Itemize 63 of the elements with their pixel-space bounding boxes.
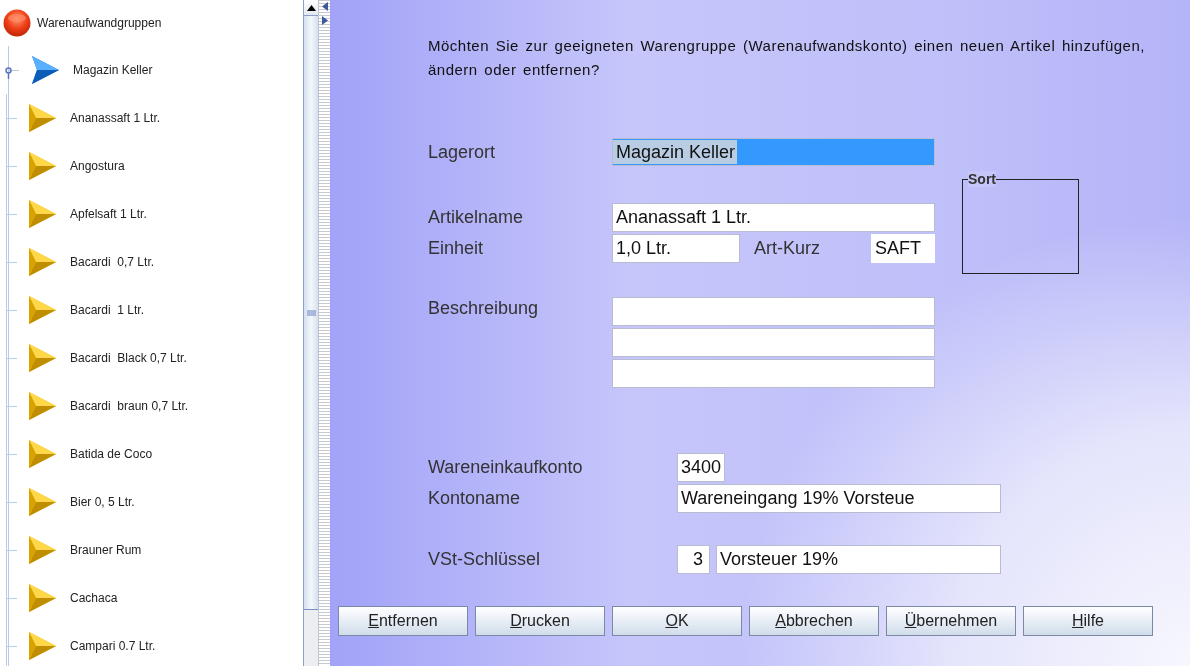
tree-item[interactable]: Bacardi 0,7 Ltr. [70,255,155,269]
field-label: Art-Kurz [754,238,821,259]
tree-item[interactable]: Brauner Rum [70,543,142,557]
tree-item[interactable]: Angostura [70,159,125,173]
tree-item[interactable]: Bacardi 1 Ltr. [70,303,145,317]
ball-icon [3,9,31,37]
tree-item[interactable]: Apfelsaft 1 Ltr. [70,207,147,221]
triangle-icon [28,152,56,180]
dialog-button[interactable]: Entfernen [338,606,468,636]
dialog-button[interactable]: Drucken [475,606,605,636]
input-field[interactable]: SAFT [871,234,935,263]
up-arrow-icon [306,4,316,11]
triangle-icon [28,392,56,420]
group-title: Sort [968,171,996,187]
tree-item[interactable]: Ananassaft 1 Ltr. [70,111,161,125]
triangle-icon [28,200,56,228]
tree-item[interactable]: Magazin Keller [73,63,153,77]
expand-right-icon[interactable] [321,16,328,25]
tree-item[interactable]: Batida de Coco [70,447,153,461]
input-field[interactable]: Vorsteuer 19% [716,545,1001,574]
input-field[interactable]: 3400 [677,453,725,482]
field-label: Kontoname [428,488,521,509]
dialog-button[interactable]: OK [612,606,742,636]
dialog-button[interactable]: Hilfe [1023,606,1153,636]
scroll-up-button[interactable] [304,0,318,16]
input-field[interactable]: Wareneingang 19% Vorsteue [677,484,1001,513]
expand-handle-icon[interactable] [5,66,12,79]
question-text: Möchten Sie zur geeigneten Warengruppe (Warenaufwandskonto) einen neuen Artikel hinzufügen, ändern oder entfernen? [428,36,1146,80]
triangle-icon [28,584,56,612]
triangle-icon [31,56,59,84]
triangle-icon [28,296,56,324]
triangle-icon [28,440,56,468]
input-field[interactable]: 3 [677,545,710,574]
collapse-left-icon[interactable] [321,2,328,11]
input-field[interactable]: Magazin Keller [612,138,935,166]
triangle-icon [28,536,56,564]
dialog-button[interactable]: Abbrechen [749,606,879,636]
input-field[interactable] [612,328,935,357]
input-field[interactable] [612,297,935,326]
field-label: Lagerort [428,141,497,163]
input-field[interactable]: Ananassaft 1 Ltr. [612,203,935,232]
dialog-button[interactable]: Übernehmen [886,606,1016,636]
triangle-icon [28,344,56,372]
triangle-icon [28,488,56,516]
field-label: Beschreibung [428,298,540,319]
scrollbar[interactable] [303,0,318,666]
field-label: VSt-Schlüssel [428,549,541,570]
triangle-icon [28,632,56,660]
input-field[interactable]: 1,0 Ltr. [612,234,740,263]
field-label: Einheit [428,238,485,259]
grip-icon [306,309,316,316]
tree-item[interactable]: Cachaca [70,591,118,605]
scroll-thumb[interactable] [304,16,318,610]
tree-item[interactable]: Bacardi braun 0,7 Ltr. [70,399,189,413]
tree-item[interactable]: Campari 0.7 Ltr. [70,639,156,653]
field-label: Wareneinkaufkonto [428,457,583,478]
field-label: Artikelname [428,207,525,228]
triangle-icon [28,104,56,132]
triangle-icon [28,248,56,276]
input-field[interactable] [612,359,935,388]
tree-item[interactable]: Warenaufwandgruppen [37,16,162,30]
tree-item[interactable]: Bacardi Black 0,7 Ltr. [70,351,187,365]
tree-item[interactable]: Bier 0, 5 Ltr. [70,495,135,509]
